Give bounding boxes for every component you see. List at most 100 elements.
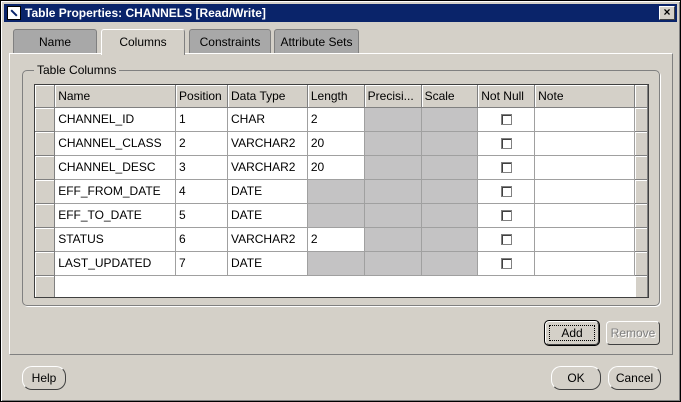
- cell-not-null[interactable]: [477, 179, 536, 204]
- title-bar[interactable]: Table Properties: CHANNELS [Read/Write] …: [4, 4, 677, 22]
- cell-scale: [421, 155, 479, 180]
- cell-note[interactable]: [534, 107, 636, 132]
- col-header-position[interactable]: Position: [175, 85, 228, 108]
- remove-button[interactable]: Remove: [606, 321, 660, 345]
- row-spacer: [634, 275, 648, 297]
- col-header-length[interactable]: Length: [307, 85, 365, 108]
- col-header-data-type[interactable]: Data Type: [227, 85, 308, 108]
- tab-attribute-sets[interactable]: Attribute Sets: [274, 29, 359, 53]
- cell-length: [307, 203, 365, 228]
- tab-constraints[interactable]: Constraints: [189, 29, 271, 53]
- table-row[interactable]: CHANNEL_CLASS 2 VARCHAR2 20: [35, 131, 648, 156]
- col-header-name[interactable]: Name: [54, 85, 177, 108]
- cell-name[interactable]: EFF_FROM_DATE: [54, 179, 177, 204]
- table-row[interactable]: LAST_UPDATED 7 DATE: [35, 251, 648, 276]
- cell-not-null[interactable]: [477, 155, 536, 180]
- row-spacer: [634, 203, 648, 228]
- row-selector[interactable]: [35, 131, 56, 156]
- cell-data-type[interactable]: VARCHAR2: [227, 131, 308, 156]
- cell-not-null[interactable]: [477, 203, 536, 228]
- row-spacer: [634, 155, 648, 180]
- tab-name[interactable]: Name: [13, 29, 97, 53]
- row-selector-empty: [35, 275, 56, 297]
- row-selector[interactable]: [35, 227, 56, 252]
- cell-not-null[interactable]: [477, 131, 536, 156]
- cell-length[interactable]: 20: [307, 131, 365, 156]
- cell-name[interactable]: EFF_TO_DATE: [54, 203, 177, 228]
- cell-precision: [364, 227, 422, 252]
- cell-precision: [364, 179, 422, 204]
- row-selector[interactable]: [35, 107, 56, 132]
- cell-precision: [364, 131, 422, 156]
- col-header-not-null[interactable]: Not Null: [477, 85, 536, 108]
- cell-length: [307, 179, 365, 204]
- not-null-checkbox[interactable]: [500, 138, 512, 150]
- help-button[interactable]: Help: [22, 366, 66, 390]
- table-row[interactable]: CHANNEL_ID 1 CHAR 2: [35, 107, 648, 132]
- col-header-note[interactable]: Note: [534, 85, 636, 108]
- not-null-checkbox[interactable]: [500, 234, 512, 246]
- cell-position[interactable]: 6: [175, 227, 228, 252]
- cell-not-null[interactable]: [477, 107, 536, 132]
- cell-data-type[interactable]: CHAR: [227, 107, 308, 132]
- cell-scale: [421, 179, 479, 204]
- table-row[interactable]: STATUS 6 VARCHAR2 2: [35, 227, 648, 252]
- cell-note[interactable]: [534, 251, 636, 276]
- cell-length[interactable]: 20: [307, 155, 365, 180]
- cell-note[interactable]: [534, 203, 636, 228]
- cell-precision: [364, 155, 422, 180]
- cell-name[interactable]: LAST_UPDATED: [54, 251, 177, 276]
- not-null-checkbox[interactable]: [500, 210, 512, 222]
- cell-data-type[interactable]: VARCHAR2: [227, 155, 308, 180]
- row-selector[interactable]: [35, 179, 56, 204]
- cell-name[interactable]: CHANNEL_ID: [54, 107, 177, 132]
- tab-columns[interactable]: Columns: [101, 29, 185, 55]
- col-header-scale[interactable]: Scale: [421, 85, 479, 108]
- cell-name[interactable]: CHANNEL_DESC: [54, 155, 177, 180]
- row-spacer: [634, 131, 648, 156]
- not-null-checkbox[interactable]: [500, 114, 512, 126]
- cell-note[interactable]: [534, 131, 636, 156]
- table-columns-label: Table Columns: [34, 63, 120, 77]
- row-selector[interactable]: [35, 203, 56, 228]
- close-button[interactable]: ×: [659, 6, 675, 20]
- cell-length[interactable]: 2: [307, 107, 365, 132]
- cell-note[interactable]: [534, 155, 636, 180]
- cell-note[interactable]: [534, 179, 636, 204]
- cell-data-type[interactable]: VARCHAR2: [227, 227, 308, 252]
- cell-length[interactable]: 2: [307, 227, 365, 252]
- cell-scale: [421, 203, 479, 228]
- cell-name[interactable]: STATUS: [54, 227, 177, 252]
- cell-not-null[interactable]: [477, 251, 536, 276]
- add-button[interactable]: Add: [544, 320, 600, 346]
- cell-scale: [421, 251, 479, 276]
- table-row[interactable]: EFF_TO_DATE 5 DATE: [35, 203, 648, 228]
- cell-data-type[interactable]: DATE: [227, 203, 308, 228]
- cell-position[interactable]: 3: [175, 155, 228, 180]
- row-selector[interactable]: [35, 251, 56, 276]
- not-null-checkbox[interactable]: [500, 258, 512, 270]
- not-null-checkbox[interactable]: [500, 162, 512, 174]
- not-null-checkbox[interactable]: [500, 186, 512, 198]
- cell-position[interactable]: 2: [175, 131, 228, 156]
- window-title: Table Properties: CHANNELS [Read/Write]: [25, 6, 266, 20]
- cell-position[interactable]: 7: [175, 251, 228, 276]
- cell-position[interactable]: 1: [175, 107, 228, 132]
- table-row[interactable]: CHANNEL_DESC 3 VARCHAR2 20: [35, 155, 648, 180]
- cell-note[interactable]: [534, 227, 636, 252]
- focus-ring: [549, 325, 595, 341]
- cell-scale: [421, 227, 479, 252]
- cell-position[interactable]: 5: [175, 203, 228, 228]
- cancel-button[interactable]: Cancel: [608, 366, 661, 390]
- cell-position[interactable]: 4: [175, 179, 228, 204]
- columns-grid: Name Position Data Type Length Precisi..…: [34, 84, 649, 298]
- row-selector[interactable]: [35, 155, 56, 180]
- cell-not-null[interactable]: [477, 227, 536, 252]
- cell-data-type[interactable]: DATE: [227, 251, 308, 276]
- cell-data-type[interactable]: DATE: [227, 179, 308, 204]
- cell-name[interactable]: CHANNEL_CLASS: [54, 131, 177, 156]
- table-row[interactable]: EFF_FROM_DATE 4 DATE: [35, 179, 648, 204]
- col-header-precision[interactable]: Precisi...: [364, 85, 422, 108]
- ok-button[interactable]: OK: [551, 366, 601, 390]
- cell-scale: [421, 131, 479, 156]
